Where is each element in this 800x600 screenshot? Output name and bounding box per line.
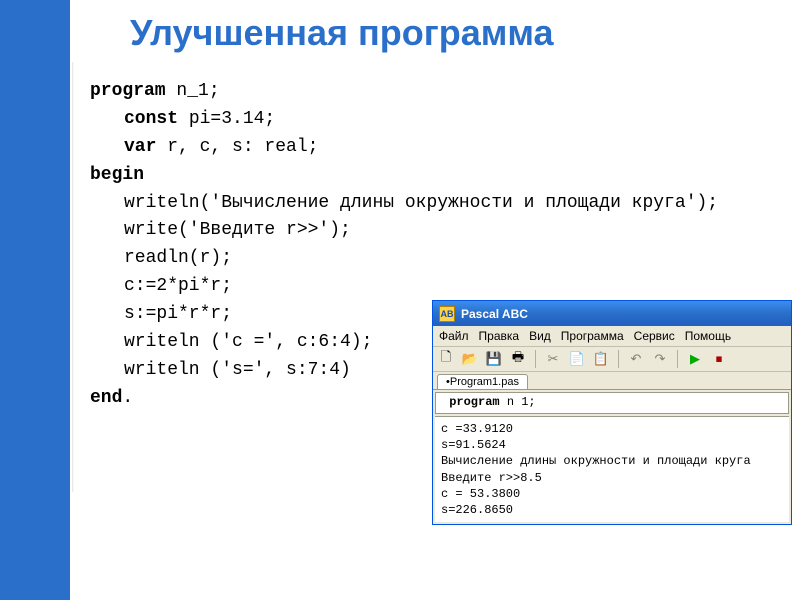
pascal-abc-window: AB Pascal ABC Файл Правка Вид Программа … bbox=[432, 300, 792, 525]
cut-icon[interactable]: ✂ bbox=[544, 350, 562, 368]
menu-program[interactable]: Программа bbox=[561, 329, 624, 343]
menu-bar: Файл Правка Вид Программа Сервис Помощь bbox=[433, 326, 791, 347]
kw-const: const bbox=[124, 109, 178, 129]
kw-end: end bbox=[90, 388, 122, 408]
print-icon[interactable]: 🖶 bbox=[509, 350, 527, 368]
app-icon: AB bbox=[439, 306, 455, 322]
kw-var: var bbox=[124, 137, 156, 157]
window-titlebar[interactable]: AB Pascal ABC bbox=[433, 300, 791, 326]
code-text: c:=2*pi*r; bbox=[90, 273, 718, 301]
new-icon[interactable]: 🗋 bbox=[437, 350, 455, 368]
code-text: pi=3.14; bbox=[178, 109, 275, 129]
output-line: Введите r>>8.5 bbox=[441, 470, 783, 486]
paste-icon[interactable]: 📋 bbox=[592, 350, 610, 368]
divider-shadow bbox=[72, 62, 74, 492]
open-icon[interactable]: 📂 bbox=[461, 350, 479, 368]
menu-file[interactable]: Файл bbox=[439, 329, 469, 343]
save-icon[interactable]: 💾 bbox=[485, 350, 503, 368]
toolbar: 🗋 📂 💾 🖶 ✂ 📄 📋 ↶ ↷ ▶ ⏹ bbox=[433, 347, 791, 372]
menu-help[interactable]: Помощь bbox=[685, 329, 731, 343]
stop-icon[interactable]: ⏹ bbox=[710, 350, 728, 368]
code-text: n_1; bbox=[166, 81, 220, 101]
window-title: Pascal ABC bbox=[461, 307, 528, 321]
toolbar-separator bbox=[677, 350, 678, 368]
code-text: writeln('Вычисление длины окружности и п… bbox=[90, 190, 718, 218]
output-line: c = 53.3800 bbox=[441, 486, 783, 502]
toolbar-separator bbox=[618, 350, 619, 368]
output-line: Вычисление длины окружности и площади кр… bbox=[441, 453, 783, 469]
redo-icon[interactable]: ↷ bbox=[651, 350, 669, 368]
toolbar-separator bbox=[535, 350, 536, 368]
run-icon[interactable]: ▶ bbox=[686, 350, 704, 368]
tab-program1[interactable]: •Program1.pas bbox=[437, 374, 528, 389]
code-editor[interactable]: program n 1; bbox=[435, 392, 789, 414]
slide-accent-bar bbox=[0, 0, 70, 600]
code-text: . bbox=[122, 388, 133, 408]
kw-begin: begin bbox=[90, 165, 144, 185]
output-line: s=226.8650 bbox=[441, 502, 783, 518]
output-line: s=91.5624 bbox=[441, 437, 783, 453]
output-panel: c =33.9120 s=91.5624 Вычисление длины ок… bbox=[435, 416, 789, 522]
menu-service[interactable]: Сервис bbox=[634, 329, 675, 343]
menu-edit[interactable]: Правка bbox=[479, 329, 520, 343]
menu-view[interactable]: Вид bbox=[529, 329, 551, 343]
code-text: write('Введите r>>'); bbox=[90, 217, 718, 245]
tab-bar: •Program1.pas bbox=[433, 372, 791, 390]
code-text: r, c, s: real; bbox=[156, 137, 318, 157]
editor-kw: program bbox=[449, 395, 499, 409]
editor-text: n 1; bbox=[500, 395, 536, 409]
kw-program: program bbox=[90, 81, 166, 101]
undo-icon[interactable]: ↶ bbox=[627, 350, 645, 368]
output-line: c =33.9120 bbox=[441, 421, 783, 437]
copy-icon[interactable]: 📄 bbox=[568, 350, 586, 368]
code-text: readln(r); bbox=[90, 245, 718, 273]
slide-title: Улучшенная программа bbox=[130, 12, 554, 54]
